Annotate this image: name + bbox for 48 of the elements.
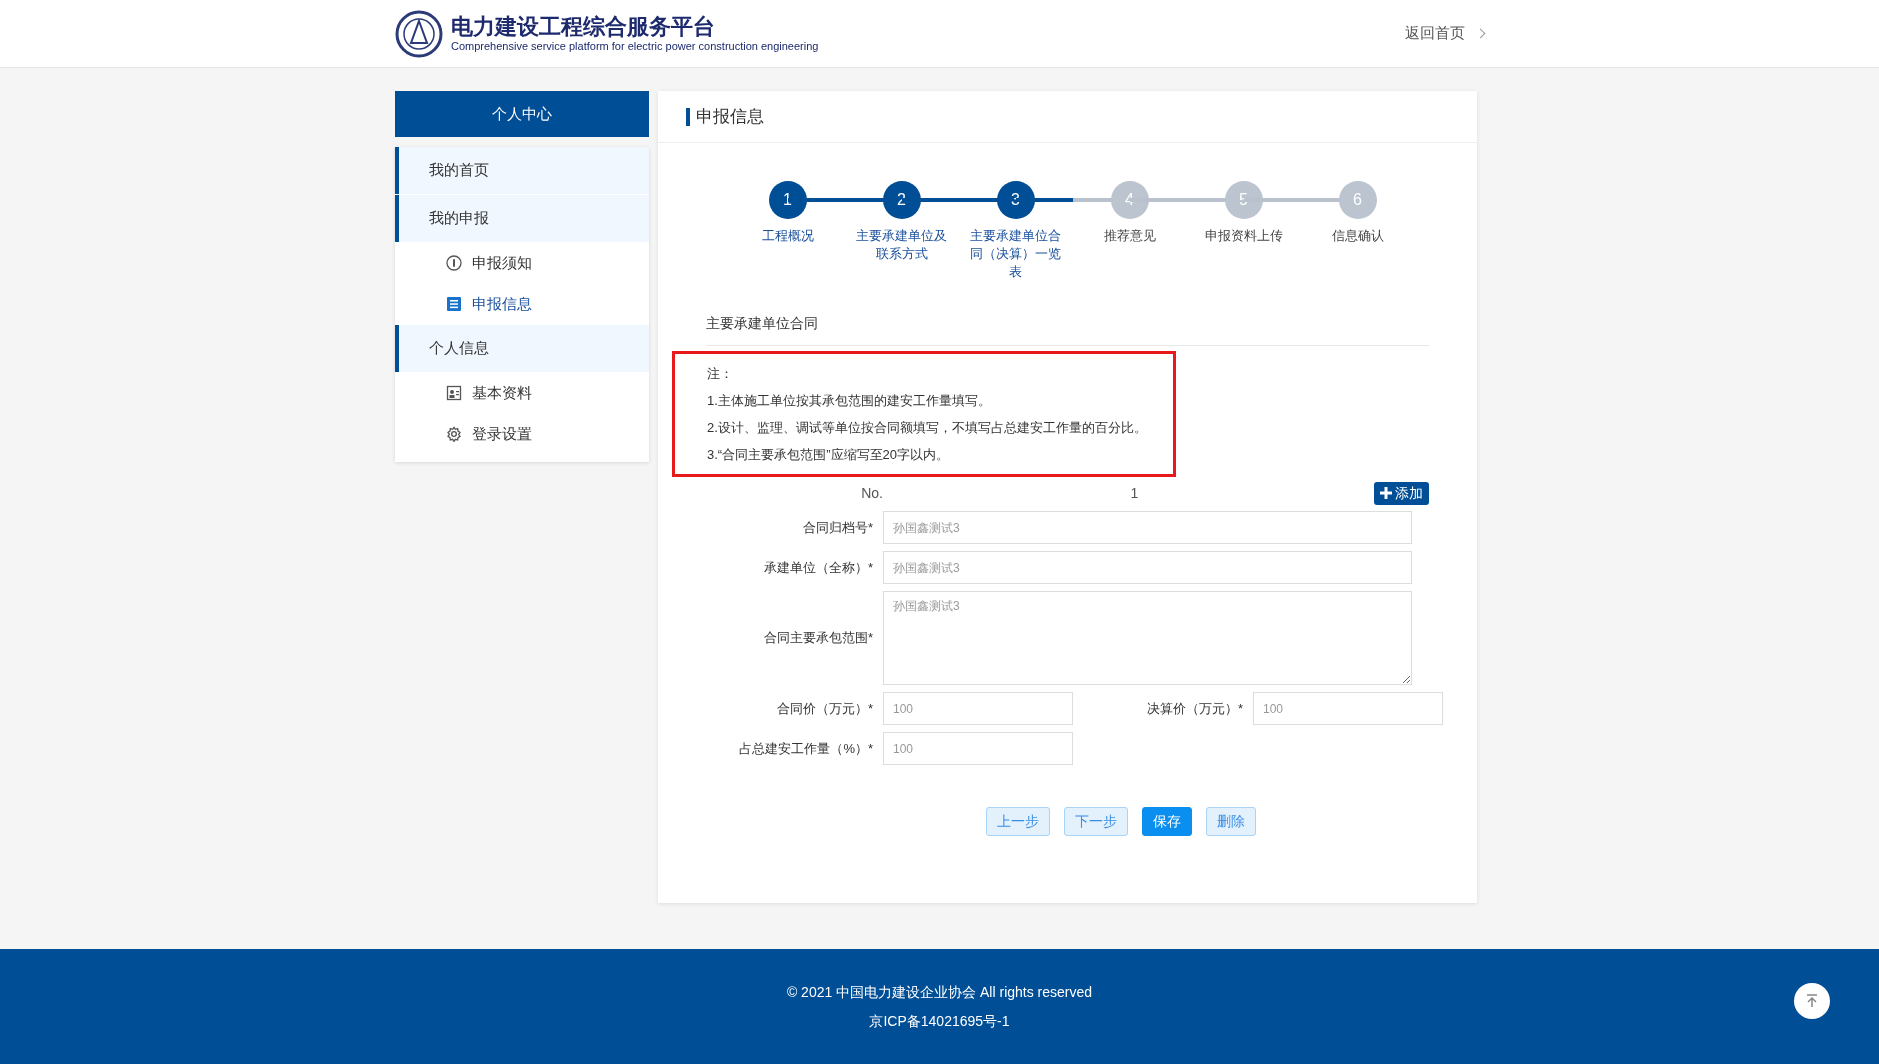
list-icon	[446, 296, 462, 312]
field-label: 合同价（万元）*	[775, 699, 874, 718]
sidebar-item[interactable]: 申报须知	[395, 243, 649, 283]
text-area[interactable]: 孙国鑫测试3	[883, 591, 1412, 685]
logo-icon	[395, 9, 443, 58]
sidebar-item[interactable]: 基本资料	[395, 373, 649, 413]
panel-title: 申报信息	[686, 107, 764, 126]
note-text: 1.主体施工单位按其承包范围的建安工作量填写。	[707, 392, 992, 410]
sidebar-title: 个人中心	[395, 91, 649, 137]
add-button[interactable]: 添加	[1374, 481, 1429, 505]
copyright-text: © 2021 中国电力建设企业协会 All rights reserved	[786, 982, 1093, 1002]
platform-subtitle: Comprehensive service platform for electric power construction engineering	[451, 40, 819, 55]
sidebar-item[interactable]: 申报信息	[395, 284, 649, 324]
back-to-top-button[interactable]	[1794, 983, 1830, 1019]
input-field[interactable]: 孙国鑫测试3	[883, 511, 1412, 544]
back-home-link[interactable]: 返回首页	[1405, 22, 1484, 45]
field-label: 合同主要承包范围*	[762, 629, 874, 648]
info-icon	[446, 255, 462, 271]
sidebar-section[interactable]: 我的首页	[395, 147, 649, 194]
platform-title: 电力建设工程综合服务平台	[451, 12, 716, 41]
note-text: 注：	[707, 365, 734, 383]
step-label: 主要承建单位合同（决算）一览表	[969, 227, 1062, 281]
step-label: 主要承建单位及联系方式	[855, 227, 948, 263]
field-label: 占总建安工作量（%）*	[738, 739, 874, 758]
sidebar-section[interactable]: 我的申报	[395, 195, 649, 242]
field-label: 决算价（万元）*	[1145, 699, 1244, 718]
arrow-up-icon	[1804, 993, 1820, 1009]
plus-icon	[1380, 487, 1392, 499]
section-title: 主要承建单位合同	[706, 315, 818, 331]
input-field[interactable]: 孙国鑫测试3	[883, 551, 1412, 584]
profile-card-icon	[446, 385, 462, 401]
step-label: 工程概况	[760, 227, 815, 245]
sidebar-section[interactable]: 个人信息	[395, 325, 649, 372]
note-text: 3.“合同主要承包范围”应缩写至20字以内。	[707, 446, 950, 464]
settings-icon	[446, 426, 462, 442]
sidebar-item[interactable]: 登录设置	[395, 414, 649, 454]
input-field[interactable]: 100	[883, 692, 1073, 725]
note-text: 2.设计、监理、调试等单位按合同额填写，不填写占总建安工作量的百分比。	[707, 419, 1148, 437]
step-label: 申报资料上传	[1203, 227, 1284, 245]
record-number-label: No.	[860, 483, 883, 503]
step-label: 信息确认	[1330, 227, 1385, 245]
input-field[interactable]: 100	[1253, 692, 1443, 725]
field-label: 合同归档号*	[801, 518, 874, 537]
field-label: 承建单位（全称）*	[762, 558, 874, 577]
step-label: 推荐意见	[1102, 227, 1157, 245]
icp-text: 京ICP备14021695号-1	[869, 1011, 1010, 1031]
record-number: 1	[1129, 483, 1140, 503]
input-field[interactable]: 100	[883, 732, 1073, 765]
